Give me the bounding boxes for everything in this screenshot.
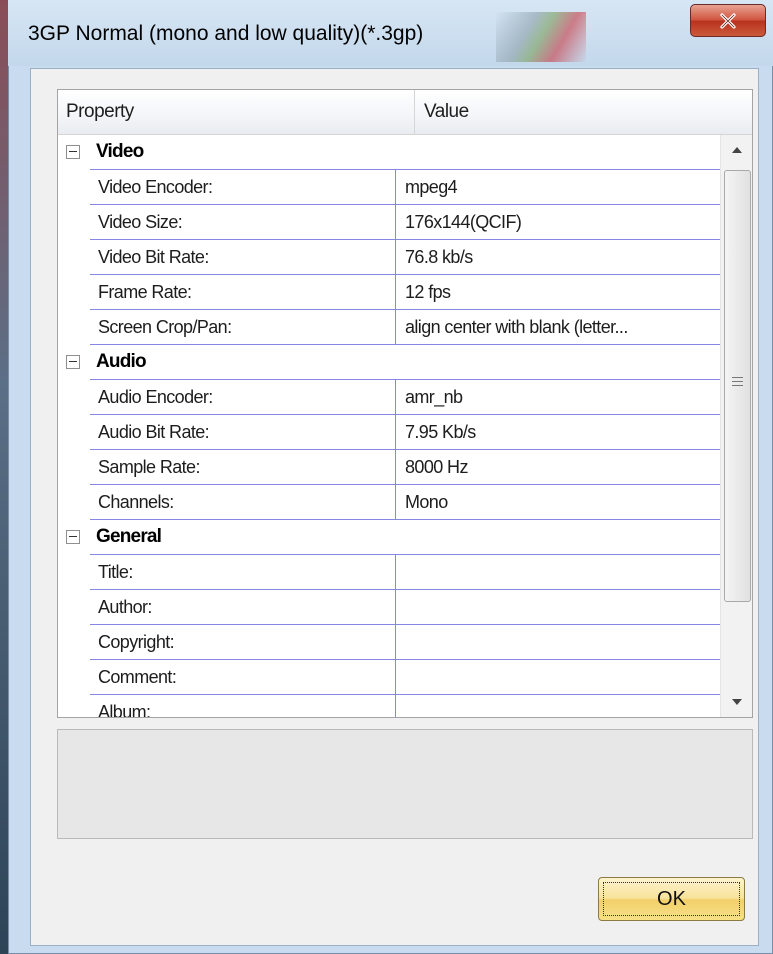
title-bar-glass-reflection: [496, 12, 586, 62]
property-value[interactable]: [396, 555, 720, 589]
property-name: Title:: [90, 555, 396, 589]
background-window-edge: [0, 0, 8, 954]
property-value[interactable]: mpeg4: [396, 170, 720, 204]
property-value[interactable]: 176x144(QCIF): [396, 205, 720, 239]
property-name: Sample Rate:: [90, 450, 396, 484]
category-row-video[interactable]: Video: [66, 135, 720, 170]
property-row[interactable]: Title:: [90, 555, 720, 590]
arrow-up-icon: [732, 147, 742, 153]
minus-square-icon[interactable]: [66, 145, 80, 159]
property-value[interactable]: 7.95 Kb/s: [396, 415, 720, 449]
property-row[interactable]: Video Bit Rate: 76.8 kb/s: [90, 240, 720, 275]
property-value[interactable]: [396, 695, 720, 717]
arrow-down-icon: [732, 699, 742, 705]
column-header-value[interactable]: Value: [414, 90, 752, 134]
category-label: Video: [96, 141, 144, 162]
property-value[interactable]: 12 fps: [396, 275, 720, 309]
ok-button[interactable]: OK: [598, 877, 745, 921]
property-row[interactable]: Audio Bit Rate: 7.95 Kb/s: [90, 415, 720, 450]
property-name: Screen Crop/Pan:: [90, 310, 396, 344]
category-label: General: [96, 526, 162, 547]
window-title: 3GP Normal (mono and low quality)(*.3gp): [28, 22, 424, 45]
property-row[interactable]: Channels: Mono: [90, 485, 720, 520]
grid-header: Property Value: [58, 90, 752, 135]
property-name: Audio Encoder:: [90, 380, 396, 414]
property-value[interactable]: amr_nb: [396, 380, 720, 414]
property-value[interactable]: [396, 660, 720, 694]
property-row[interactable]: Copyright:: [90, 625, 720, 660]
property-name: Video Encoder:: [90, 170, 396, 204]
title-bar: 3GP Normal (mono and low quality)(*.3gp): [8, 0, 773, 66]
dialog-client-area: Property Value Video Video Encoder: mpeg4 V…: [30, 68, 759, 946]
property-row[interactable]: Video Encoder: mpeg4: [90, 170, 720, 205]
property-name: Album:: [90, 695, 396, 717]
property-name: Video Bit Rate:: [90, 240, 396, 274]
property-row[interactable]: Audio Encoder: amr_nb: [90, 380, 720, 415]
property-name: Channels:: [90, 485, 396, 519]
property-row[interactable]: Author:: [90, 590, 720, 625]
property-value[interactable]: align center with blank (letter...: [396, 310, 720, 344]
scroll-down-button[interactable]: [721, 687, 752, 717]
category-label: Audio: [96, 351, 147, 372]
property-name: Comment:: [90, 660, 396, 694]
property-name: Audio Bit Rate:: [90, 415, 396, 449]
property-row[interactable]: Comment:: [90, 660, 720, 695]
dialog-window: 3GP Normal (mono and low quality)(*.3gp)…: [8, 0, 773, 954]
property-value[interactable]: [396, 625, 720, 659]
property-value[interactable]: Mono: [396, 485, 720, 519]
property-row[interactable]: Frame Rate: 12 fps: [90, 275, 720, 310]
property-name: Author:: [90, 590, 396, 624]
column-header-property[interactable]: Property: [66, 90, 396, 134]
property-value[interactable]: 8000 Hz: [396, 450, 720, 484]
category-row-audio[interactable]: Audio: [66, 345, 720, 380]
scroll-thumb[interactable]: [724, 170, 751, 602]
close-icon: [720, 12, 736, 29]
property-name: Video Size:: [90, 205, 396, 239]
property-name: Copyright:: [90, 625, 396, 659]
ok-button-label: OK: [603, 882, 740, 916]
property-value[interactable]: [396, 590, 720, 624]
property-row[interactable]: Video Size: 176x144(QCIF): [90, 205, 720, 240]
property-row[interactable]: Screen Crop/Pan: align center with blank …: [90, 310, 720, 345]
close-button[interactable]: [690, 4, 766, 37]
property-row[interactable]: Album:: [90, 695, 720, 717]
description-pane: [57, 729, 753, 839]
grid-rows: Video Video Encoder: mpeg4 Video Size: 176x1…: [58, 135, 720, 717]
property-name: Frame Rate:: [90, 275, 396, 309]
property-grid: Property Value Video Video Encoder: mpeg4 V…: [57, 89, 753, 718]
vertical-scrollbar[interactable]: [720, 135, 752, 717]
category-row-general[interactable]: General: [66, 520, 720, 555]
grip-icon: [732, 377, 743, 389]
minus-square-icon[interactable]: [66, 530, 80, 544]
property-value[interactable]: 76.8 kb/s: [396, 240, 720, 274]
minus-square-icon[interactable]: [66, 355, 80, 369]
property-row[interactable]: Sample Rate: 8000 Hz: [90, 450, 720, 485]
scroll-up-button[interactable]: [721, 135, 752, 165]
